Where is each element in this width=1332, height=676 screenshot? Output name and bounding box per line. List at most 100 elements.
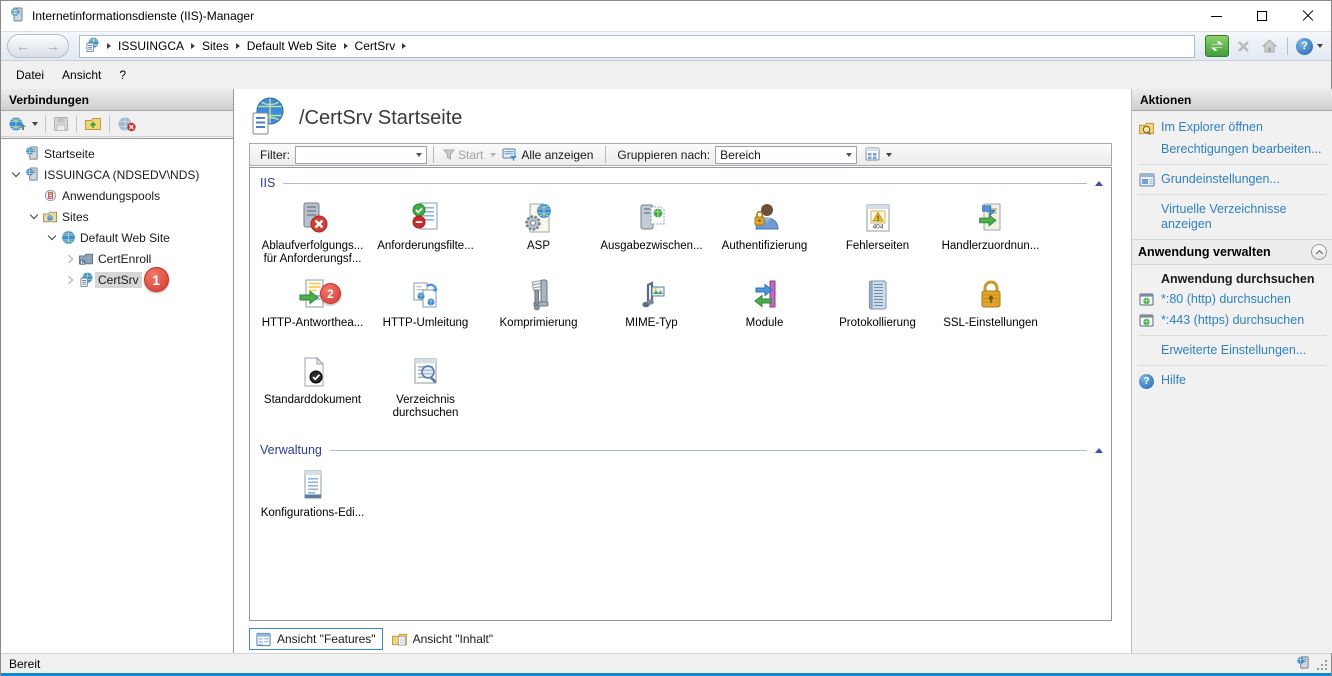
- browse-website-icon: [1138, 314, 1155, 327]
- collapsed-chevron-icon[interactable]: [65, 275, 73, 283]
- refresh-button[interactable]: [1205, 35, 1229, 57]
- expanded-chevron-icon[interactable]: [30, 211, 38, 219]
- action-edit-permissions[interactable]: Berechtigungen bearbeiten...: [1138, 139, 1327, 160]
- feature-http-redirect[interactable]: HTTP-Umleitung: [369, 273, 482, 350]
- modules-icon: [708, 276, 821, 314]
- iis-tiles: Ablaufverfolgungs... für Anforderungsf..…: [250, 192, 1050, 427]
- feature-request-tracing[interactable]: Ablaufverfolgungs... für Anforderungsf..…: [256, 196, 369, 273]
- title-bar: Internetinformationsdienste (IIS)-Manage…: [1, 1, 1331, 31]
- refresh-icon: [1210, 40, 1224, 52]
- breadcrumb-server[interactable]: ISSUINGCA: [118, 39, 184, 53]
- create-connection-button[interactable]: [5, 113, 41, 135]
- tree-item-anwendungspools[interactable]: Anwendungspools: [1, 185, 233, 206]
- feature-http-response-headers[interactable]: 2 HTTP-Antworthea...: [256, 273, 369, 350]
- feature-asp[interactable]: ASP: [482, 196, 595, 273]
- feature-compression[interactable]: Komprimierung: [482, 273, 595, 350]
- home-icon: [1262, 39, 1277, 53]
- menu-ansicht[interactable]: Ansicht: [53, 64, 110, 86]
- feature-request-filtering[interactable]: Anforderungsfilte...: [369, 196, 482, 273]
- tree-item-default-web-site[interactable]: Default Web Site: [1, 227, 233, 248]
- feature-authentication[interactable]: Authentifizierung: [708, 196, 821, 273]
- explorer-folder-icon: [1138, 121, 1155, 136]
- filter-start-button[interactable]: Start: [440, 148, 499, 162]
- breadcrumb-default-web-site[interactable]: Default Web Site: [247, 39, 337, 53]
- features-view-icon: [256, 632, 272, 647]
- stop-button[interactable]: [1231, 35, 1255, 57]
- menu-help[interactable]: ?: [110, 64, 135, 86]
- mime-types-icon: [595, 276, 708, 314]
- expanded-chevron-icon[interactable]: [48, 232, 56, 240]
- tree-item-sites[interactable]: Sites: [1, 206, 233, 227]
- help-button[interactable]: ?: [1296, 35, 1323, 57]
- close-icon: [1302, 10, 1314, 22]
- action-help[interactable]: ? Hilfe: [1138, 370, 1327, 392]
- http-response-headers-icon: [256, 276, 369, 314]
- tab-features-view[interactable]: Ansicht "Features": [249, 628, 383, 650]
- iis-manager-window: Internetinformationsdienste (IIS)-Manage…: [0, 0, 1332, 676]
- collapsed-chevron-icon[interactable]: [65, 254, 73, 262]
- up-level-button[interactable]: [81, 113, 105, 135]
- action-basic-settings[interactable]: Grundeinstellungen...: [1138, 169, 1327, 190]
- menu-bar: Datei Ansicht ?: [1, 61, 1331, 89]
- minimize-button[interactable]: [1193, 1, 1239, 31]
- feature-handler-mappings[interactable]: Handlerzuordnun...: [934, 196, 1047, 273]
- filter-input[interactable]: [295, 146, 427, 164]
- breadcrumb-certsrv[interactable]: CertSrv: [355, 39, 396, 53]
- tree-item-issuingca[interactable]: ISSUINGCA (NDSEDV\NDS): [1, 164, 233, 185]
- save-button[interactable]: [50, 113, 72, 135]
- view-mode-button[interactable]: [863, 147, 894, 162]
- breadcrumb-separator: [191, 43, 195, 49]
- stop-icon: [1237, 40, 1250, 53]
- collapse-group-icon[interactable]: [1095, 181, 1103, 186]
- breadcrumb[interactable]: ISSUINGCA Sites Default Web Site CertSrv: [79, 35, 1195, 58]
- feature-default-document[interactable]: Standarddokument: [256, 350, 369, 427]
- action-advanced-settings[interactable]: Erweiterte Einstellungen...: [1138, 340, 1327, 361]
- feature-ssl-settings[interactable]: SSL-Einstellungen: [934, 273, 1047, 350]
- group-header-iis: IIS: [250, 168, 1111, 192]
- save-icon: [53, 116, 69, 132]
- close-button[interactable]: [1285, 1, 1331, 31]
- actions-panel: Aktionen Im Explorer öffnen Berechtigung…: [1131, 89, 1332, 653]
- asp-icon: [482, 199, 595, 237]
- collapse-group-icon[interactable]: [1095, 448, 1103, 453]
- breadcrumb-sites[interactable]: Sites: [202, 39, 229, 53]
- minimize-icon: [1211, 16, 1222, 17]
- menu-datei[interactable]: Datei: [7, 64, 53, 86]
- action-browse-http[interactable]: *:80 (http) durchsuchen: [1138, 289, 1327, 310]
- feature-error-pages[interactable]: 404 Fehlerseiten: [821, 196, 934, 273]
- maximize-button[interactable]: [1239, 1, 1285, 31]
- toolbar-separator: [76, 115, 77, 133]
- action-browse-https[interactable]: *:443 (https) durchsuchen: [1138, 310, 1327, 331]
- feature-output-caching[interactable]: Ausgabezwischen...: [595, 196, 708, 273]
- group-by-select[interactable]: Bereich: [715, 146, 857, 164]
- directory-browsing-icon: [369, 353, 482, 391]
- feature-logging[interactable]: Protokollierung: [821, 273, 934, 350]
- collapse-section-icon[interactable]: [1311, 244, 1327, 260]
- home-button[interactable]: [1257, 35, 1281, 57]
- section-manage-application[interactable]: Anwendung verwalten: [1132, 239, 1332, 265]
- feature-modules[interactable]: Module: [708, 273, 821, 350]
- expanded-chevron-icon[interactable]: [12, 169, 20, 177]
- toolbar-separator: [45, 115, 46, 133]
- forward-button[interactable]: →: [46, 39, 60, 53]
- feature-mime-types[interactable]: MIME-Typ: [595, 273, 708, 350]
- feature-directory-browsing[interactable]: Verzeichnis durchsuchen: [369, 350, 482, 427]
- back-button[interactable]: ←: [16, 39, 30, 53]
- feature-configuration-editor[interactable]: Konfigurations-Edi...: [256, 463, 369, 540]
- address-toolbar: ?: [1203, 35, 1323, 57]
- disconnect-globe-icon: [117, 116, 137, 132]
- tree-item-certenroll[interactable]: CertEnroll: [1, 248, 233, 269]
- connect-globe-icon: [8, 116, 28, 132]
- action-view-virtual-directories[interactable]: Virtuelle Verzeichnisse anzeigen: [1138, 199, 1308, 235]
- tab-content-view[interactable]: Ansicht "Inhalt": [385, 628, 500, 650]
- tree-item-startseite[interactable]: Startseite: [1, 143, 233, 164]
- action-open-in-explorer[interactable]: Im Explorer öffnen: [1138, 117, 1327, 139]
- tree-item-certsrv[interactable]: CertSrv 1: [1, 269, 233, 290]
- page-title: /CertSrv Startseite: [299, 107, 462, 130]
- resize-grip[interactable]: [1315, 658, 1327, 670]
- error-pages-icon: 404: [821, 199, 934, 237]
- address-bar: ← → ISSUINGCA Sites Default Web Site Cer…: [1, 31, 1331, 61]
- delete-connection-button[interactable]: [114, 113, 140, 135]
- show-all-button[interactable]: Alle anzeigen: [499, 148, 599, 162]
- site-globe-page-icon: [249, 97, 285, 140]
